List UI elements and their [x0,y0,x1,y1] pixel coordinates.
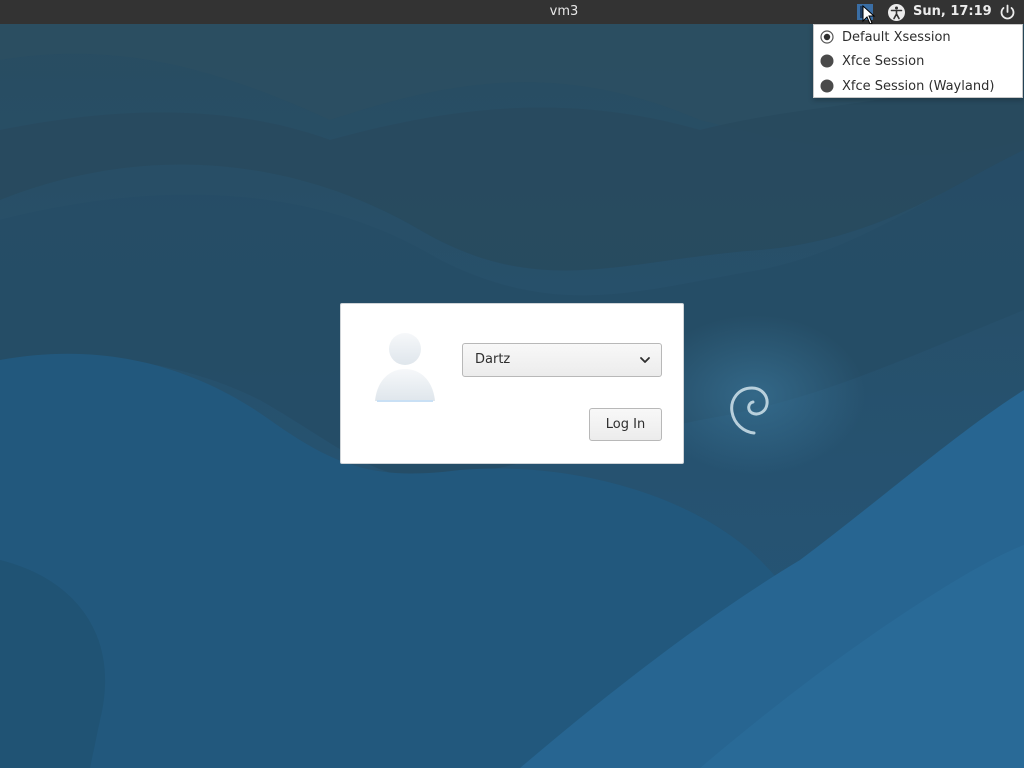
session-item-label: Xfce Session (Wayland) [842,79,995,94]
selected-user-label: Dartz [475,352,511,367]
radio-unselected-icon [820,79,834,93]
radio-unselected-icon [820,54,834,68]
login-button[interactable]: Log In [589,408,662,441]
user-avatar-icon [375,333,435,402]
hostname-label: vm3 [549,4,579,19]
clock-label[interactable]: Sun, 17:19 [913,0,992,24]
top-panel: vm3 Sun, 17:19 [0,0,1024,25]
accessibility-icon[interactable] [887,3,906,22]
session-item-label: Default Xsession [842,30,951,45]
login-card: Dartz Log In [340,303,684,464]
user-select-dropdown[interactable]: Dartz [462,343,662,377]
radio-selected-icon [820,30,834,44]
session-item-xfce-session[interactable]: Xfce Session [814,49,1022,74]
session-item-xfce-session-wayland[interactable]: Xfce Session (Wayland) [814,74,1022,99]
session-item-default-xsession[interactable]: Default Xsession [814,25,1022,50]
session-item-label: Xfce Session [842,54,925,69]
session-menu: Default Xsession Xfce Session Xfce Sessi… [813,24,1023,98]
mouse-cursor-icon [862,5,876,25]
chevron-down-icon [640,357,650,363]
power-icon[interactable] [998,3,1017,22]
debian-logo-icon [730,386,769,435]
